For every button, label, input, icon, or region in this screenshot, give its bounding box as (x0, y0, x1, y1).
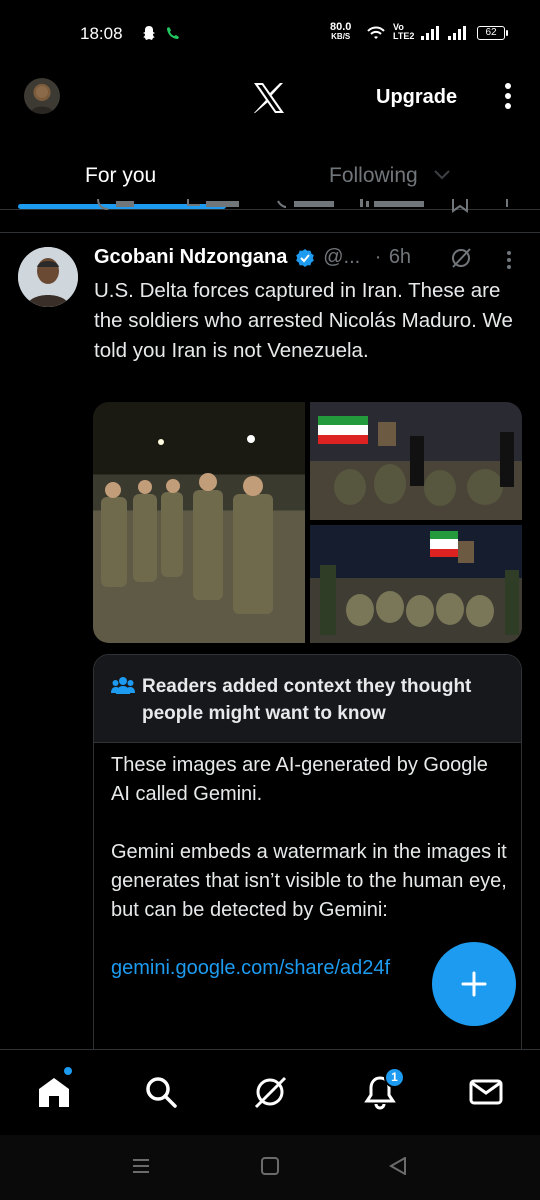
wifi-icon (367, 26, 385, 39)
community-note-header: Readers added context they thought peopl… (94, 655, 521, 743)
network-speed: 80.0 KB/S (330, 21, 352, 42)
community-note-title: Readers added context they thought peopl… (142, 676, 472, 724)
chevron-down-icon[interactable] (432, 167, 452, 183)
compose-post-button[interactable] (432, 942, 516, 1026)
tweet-image[interactable] (93, 402, 305, 643)
grok-icon[interactable] (252, 1074, 288, 1110)
separator: · (374, 246, 382, 268)
battery-icon: 62 (477, 26, 508, 40)
back-icon[interactable] (388, 1157, 408, 1175)
profile-avatar[interactable] (24, 78, 60, 114)
tab-for-you[interactable]: For you (85, 164, 156, 188)
like-icon[interactable] (276, 199, 336, 215)
messages-icon[interactable] (468, 1074, 504, 1110)
home-unread-dot (64, 1067, 72, 1075)
note-paragraph: Gemini embeds a watermark in the images … (111, 841, 507, 921)
bottom-nav: 1 (0, 1049, 540, 1135)
tweet-image[interactable] (310, 402, 522, 520)
top-app-bar: Upgrade (0, 66, 540, 130)
views-icon[interactable] (360, 199, 430, 215)
people-icon (111, 677, 135, 694)
status-time: 18:08 (80, 24, 123, 43)
author-handle[interactable]: @... (323, 246, 360, 269)
call-icon (167, 27, 179, 39)
signal-icon (421, 26, 439, 40)
author-name[interactable]: Gcobani Ndzongana (94, 246, 287, 269)
tab-following[interactable]: Following (329, 164, 418, 188)
previous-tweet-actions (0, 199, 540, 215)
signal-icon (448, 26, 466, 40)
upgrade-button[interactable]: Upgrade (376, 86, 457, 109)
tweet-time[interactable]: 6h (389, 246, 411, 269)
grok-icon[interactable] (450, 247, 472, 269)
plus-icon (461, 971, 487, 997)
note-paragraph: These images are AI-generated by Google … (111, 754, 488, 805)
system-nav-bar (0, 1135, 540, 1200)
author-avatar[interactable] (18, 247, 78, 307)
status-bar: 18:08 80.0 KB/S Vo LTE2 62 (0, 0, 540, 66)
retweet-icon[interactable] (186, 199, 241, 215)
verified-badge-icon (295, 248, 314, 267)
recents-icon[interactable] (131, 1157, 151, 1175)
bookmark-icon[interactable] (450, 199, 470, 215)
more-vertical-icon[interactable] (505, 251, 513, 271)
volte-indicator: Vo LTE2 (393, 22, 415, 41)
home-icon[interactable] (36, 1074, 72, 1110)
divider (0, 232, 540, 233)
tweet-text: U.S. Delta forces captured in Iran. Thes… (94, 279, 513, 362)
notification-badge: 1 (384, 1067, 405, 1088)
more-vertical-icon[interactable] (498, 80, 518, 114)
share-icon[interactable] (500, 199, 514, 215)
media-grid[interactable] (93, 402, 522, 643)
home-button-icon[interactable] (260, 1157, 280, 1175)
search-icon[interactable] (143, 1074, 179, 1110)
reply-icon[interactable] (96, 199, 136, 215)
tweet-image[interactable] (310, 525, 522, 643)
snapchat-icon (143, 26, 155, 40)
x-logo-icon[interactable] (252, 82, 286, 114)
